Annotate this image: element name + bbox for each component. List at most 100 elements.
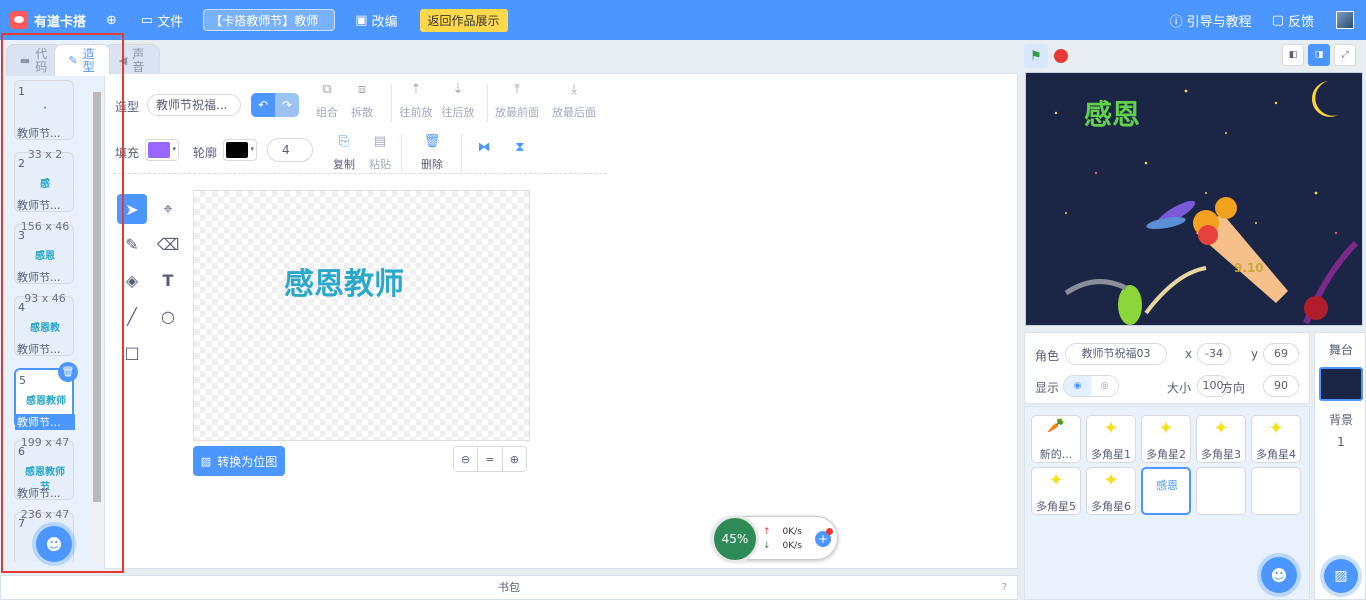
eraser-tool[interactable]: ⌫	[153, 229, 183, 259]
zoom-reset-button[interactable]: =	[478, 447, 503, 471]
remix-icon: ▣	[355, 12, 368, 28]
menu-bar: 有道卡搭 ⊕ ▭ 文件 ▣ 改编 返回作品展示 ⓘ 引导与教程 ▢ 反馈	[0, 0, 1366, 40]
costume-number: 4	[18, 301, 25, 314]
x-input[interactable]: -34	[1197, 343, 1231, 365]
costume-item-3[interactable]: 156 x 46 3 感恩 教师节...	[14, 220, 74, 284]
stop-button[interactable]	[1054, 49, 1068, 63]
sprite-item-selected[interactable]: 感恩	[1141, 467, 1191, 515]
undo-button[interactable]: ↶	[251, 93, 275, 117]
costume-name: 教师节...	[17, 343, 61, 356]
costume-item-1[interactable]: 1 · 教师节...	[14, 80, 74, 140]
brush-icon: ✎	[68, 54, 78, 67]
backpack-bar[interactable]: 书包 ?	[0, 575, 1018, 600]
scrollbar-thumb[interactable]	[93, 92, 101, 502]
delete-button[interactable]: 🗑 删除	[405, 134, 459, 172]
convert-to-bitmap-button[interactable]: ▨ 转换为位图	[193, 446, 285, 476]
zoom-in-button[interactable]: ⊕	[502, 447, 526, 471]
user-avatar[interactable]	[1336, 11, 1354, 29]
feedback-button[interactable]: ▢ 反馈	[1272, 11, 1314, 30]
remix-button[interactable]: ▣ 改编	[355, 11, 397, 30]
stage-thumbnail[interactable]	[1319, 367, 1363, 401]
show-button[interactable]: ◉	[1064, 376, 1091, 396]
sprite-item[interactable]: ✦ 多角星2	[1141, 415, 1191, 463]
paste-button[interactable]: ▤ 粘贴	[353, 134, 407, 172]
sprite-item[interactable]: ✦ 多角星4	[1251, 415, 1301, 463]
cursor-icon: ➤	[125, 199, 139, 219]
costume-item-2[interactable]: 33 x 2 2 感 教师节...	[14, 148, 74, 212]
y-input[interactable]: 69	[1263, 343, 1299, 365]
reshape-tool[interactable]: ⌖	[153, 194, 183, 224]
stage-canvas[interactable]: 感恩 9.10	[1025, 72, 1363, 326]
sprite-item[interactable]: 🥕 新的...	[1031, 415, 1081, 463]
fill-color-swatch	[148, 142, 170, 158]
add-backdrop-button[interactable]: ▨	[1324, 559, 1358, 593]
costume-name-input[interactable]: 教师节祝福...	[147, 94, 241, 116]
fullscreen-button[interactable]: ⤢	[1334, 44, 1356, 66]
outline-width-input[interactable]: 4	[267, 138, 313, 162]
stage-pane[interactable]: 舞台 背景 1 ▨	[1314, 332, 1366, 600]
sprite-name: 新的...	[1039, 448, 1073, 461]
project-title-input[interactable]	[203, 9, 336, 31]
canvas-text-shape[interactable]: 感恩教师	[194, 259, 494, 303]
costume-thumbnail: 感恩教	[30, 323, 60, 334]
sprite-item[interactable]: ✦ 多角星5	[1031, 467, 1081, 515]
ungroup-button[interactable]: ⧈ 拆散	[335, 82, 389, 120]
backward-button[interactable]: ⇣ 往后放	[431, 82, 485, 120]
tab-costumes[interactable]: ✎ 造型	[54, 44, 110, 76]
app-logo[interactable]: 有道卡搭	[10, 11, 86, 30]
text-tool[interactable]: T	[153, 265, 183, 295]
add-costume-button[interactable]: ☻	[36, 526, 72, 562]
arrow-top-icon: ⤒	[514, 82, 520, 97]
redo-button[interactable]: ↷	[275, 93, 299, 117]
back-to-gallery-button[interactable]: 返回作品展示	[419, 8, 508, 32]
zoom-out-icon: ⊖	[461, 452, 471, 466]
sprite-item[interactable]: ✦ 多角星6	[1086, 467, 1136, 515]
image-icon: ▨	[200, 454, 212, 468]
file-menu[interactable]: ▭ 文件	[141, 11, 183, 30]
green-flag-button[interactable]: ⚑	[1024, 44, 1048, 68]
sprite-item[interactable]: ✦ 多角星1	[1086, 415, 1136, 463]
language-button[interactable]: ⊕	[106, 13, 121, 28]
circle-tool[interactable]: ○	[153, 301, 183, 331]
outline-color-picker[interactable]: ▾	[223, 139, 257, 161]
flip-vertical-button[interactable]: ⧗	[493, 140, 547, 162]
hide-button[interactable]: ◎	[1091, 376, 1118, 396]
eraser-icon: ⌫	[156, 234, 180, 254]
guide-button[interactable]: ⓘ 引导与教程	[1170, 11, 1252, 30]
costume-item-6[interactable]: 199 x 47 6 感恩教师节 教师节...	[14, 436, 74, 500]
outline-color-swatch	[226, 142, 248, 158]
outline-label: 轮廓	[193, 146, 218, 160]
circle-icon: ○	[161, 306, 175, 326]
rectangle-tool[interactable]: □	[117, 337, 147, 367]
sprite-name: 多角星2	[1146, 448, 1186, 461]
line-tool[interactable]: ╱	[117, 301, 147, 331]
paint-bucket-icon: ◈	[125, 270, 139, 290]
add-sprite-button[interactable]: ☻	[1261, 557, 1297, 593]
costume-number: 5	[19, 374, 26, 387]
costume-item-5[interactable]: 5 感恩教师 教师节... 🗑	[14, 362, 78, 430]
fill-color-picker[interactable]: ▾	[145, 139, 179, 161]
costume-list-scrollbar[interactable]	[91, 92, 103, 562]
sprite-name: 多角星5	[1036, 500, 1076, 513]
zoom-out-button[interactable]: ⊖	[454, 447, 479, 471]
costume-item-4[interactable]: 93 x 46 4 感恩教 教师节...	[14, 292, 74, 356]
delete-costume-icon[interactable]: 🗑	[58, 362, 78, 382]
paint-canvas[interactable]: 感恩教师	[193, 190, 530, 441]
fill-tool[interactable]: ◈	[117, 265, 147, 295]
back-button[interactable]: ⤓ 放最后面	[547, 82, 601, 120]
brush-tool[interactable]: ✎	[117, 229, 147, 259]
y-label: y	[1251, 347, 1259, 361]
sprite-info-panel: 角色 教师节祝福03 x -34 y 69 显示 ◉ ◎ 大小 100 方向 9…	[1024, 332, 1310, 404]
front-button[interactable]: ⤒ 放最前面	[490, 82, 544, 120]
sprite-item[interactable]	[1251, 467, 1301, 515]
sprite-item[interactable]: ✦ 多角星3	[1196, 415, 1246, 463]
select-tool[interactable]: ➤	[117, 194, 147, 224]
large-stage-button[interactable]: ◨	[1308, 44, 1330, 66]
direction-input[interactable]: 90	[1263, 375, 1299, 397]
tab-sounds[interactable]: ◀ 声音	[104, 44, 160, 76]
reshape-icon: ⌖	[163, 199, 173, 218]
help-icon[interactable]: ?	[1002, 576, 1007, 599]
sprite-item[interactable]	[1196, 467, 1246, 515]
sprite-name-input[interactable]: 教师节祝福03	[1065, 343, 1167, 365]
small-stage-button[interactable]: ◧	[1282, 44, 1304, 66]
